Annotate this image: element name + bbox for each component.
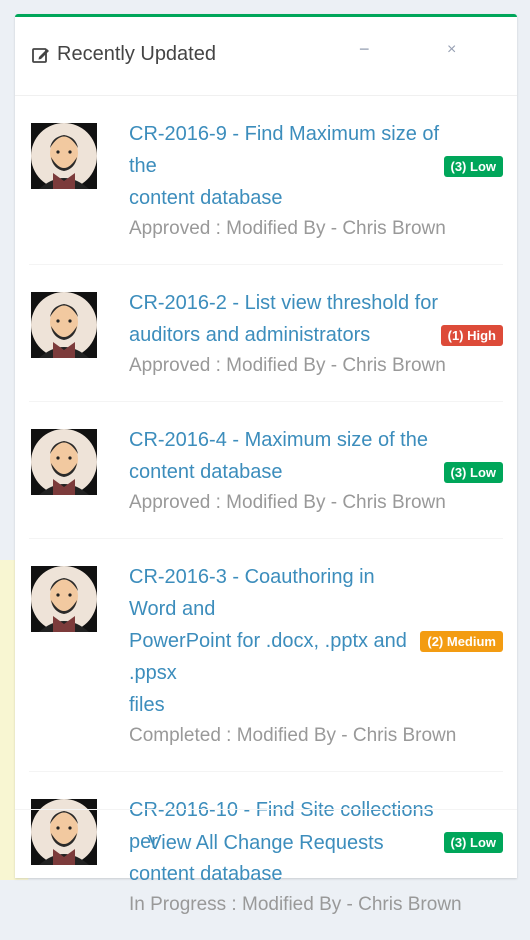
status-text: Approved : Modified By - Chris Brown: [129, 218, 446, 239]
title-line-2: content database: [129, 187, 283, 209]
minimize-button[interactable]: −: [359, 39, 370, 60]
priority-badge: (1) High: [440, 325, 503, 346]
list-item: (2) Medium CR-2016-3 - Coauthoring in Wo…: [29, 539, 503, 772]
recently-updated-panel: Recently Updated − × (3) Low CR-2016-9 -…: [15, 14, 517, 915]
status-text: Completed : Modified By - Chris Brown: [129, 725, 457, 746]
status-text: Approved : Modified By - Chris Brown: [129, 355, 446, 376]
avatar: [31, 292, 97, 358]
title-line-1: CR-2016-4 - Maximum size of the: [129, 429, 428, 451]
priority-badge: (3) Low: [443, 156, 503, 177]
title-line-1: CR-2016-9 - Find Maximum size of the: [129, 123, 440, 177]
title-line-1: CR-2016-2 - List view threshold for: [129, 292, 439, 314]
panel-title-text: Recently Updated: [57, 43, 216, 65]
panel-header: Recently Updated − ×: [15, 17, 517, 96]
title-line-1: CR-2016-3 - Coauthoring in Word and: [129, 566, 375, 620]
avatar: [31, 566, 97, 632]
list-item: (3) Low CR-2016-4 - Maximum size of the …: [29, 402, 503, 539]
title-line-2: content database: [129, 461, 283, 483]
priority-badge: (2) Medium: [420, 631, 503, 652]
panel-footer: View All Change Requests: [15, 809, 517, 878]
status-text: In Progress : Modified By - Chris Brown: [129, 894, 462, 915]
view-all-change-requests-link[interactable]: View All Change Requests: [148, 832, 383, 854]
list-item: (3) Low CR-2016-9 - Find Maximum size of…: [29, 96, 503, 265]
title-line-3: files: [129, 694, 165, 716]
avatar: [31, 123, 97, 189]
title-line-2: PowerPoint for .docx, .pptx and .ppsx: [129, 630, 407, 684]
avatar: [31, 429, 97, 495]
title-line-2: auditors and administrators: [129, 324, 371, 346]
status-text: Approved : Modified By - Chris Brown: [129, 492, 446, 513]
panel-title: Recently Updated: [31, 43, 216, 66]
edit-icon: [32, 47, 49, 63]
priority-badge: (3) Low: [443, 462, 503, 483]
list-item: (1) High CR-2016-2 - List view threshold…: [29, 265, 503, 402]
close-button[interactable]: ×: [447, 41, 456, 59]
